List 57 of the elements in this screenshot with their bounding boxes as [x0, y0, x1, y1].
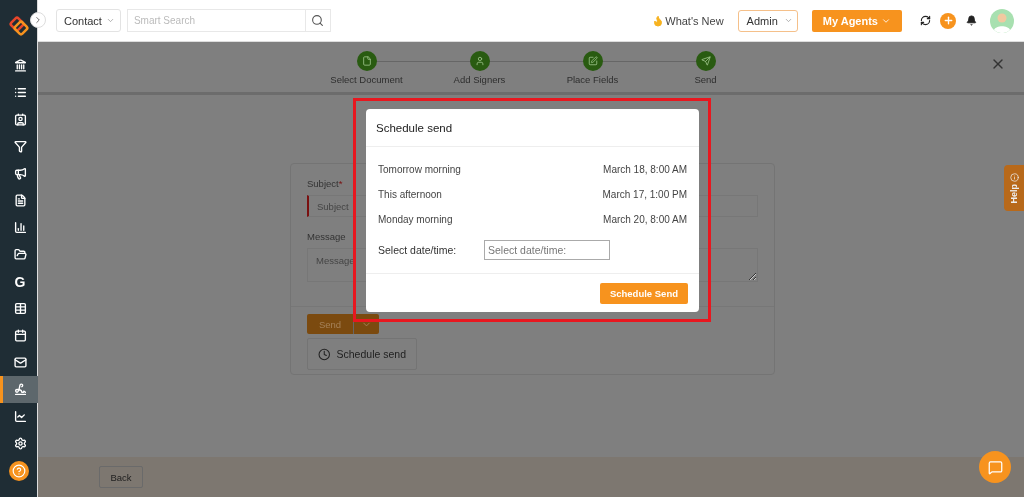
module-select[interactable]: Contact [56, 9, 121, 32]
line-chart-icon [13, 410, 27, 423]
option-label[interactable]: This afternoon [378, 189, 442, 200]
dialog-title: Schedule send [376, 121, 453, 134]
refresh-icon [919, 15, 931, 26]
plus-icon [942, 15, 954, 26]
option-time: March 18, 8:00 AM [603, 164, 687, 175]
edit-icon [587, 56, 598, 66]
question-icon [11, 464, 26, 478]
calendar-icon [13, 329, 27, 342]
step-label: Place Fields [566, 74, 619, 85]
bell-icon [965, 15, 977, 26]
step-label: Add Signers [453, 74, 506, 85]
list-icon [13, 86, 27, 99]
step-label: Select Document [330, 74, 403, 85]
chat-icon [987, 459, 1003, 475]
help-button[interactable] [8, 461, 29, 481]
flame-icon [652, 14, 665, 27]
clock-icon [318, 347, 331, 361]
logo-icon [6, 14, 31, 38]
table-icon [13, 302, 27, 315]
contact-card-icon [13, 113, 27, 126]
field-label: Subject* [307, 178, 344, 189]
sidebar-item[interactable]: G [0, 268, 38, 295]
search-field[interactable]: Smart Search [126, 9, 306, 32]
option-time: March 20, 8:00 AM [603, 214, 687, 225]
search-button[interactable] [305, 9, 331, 32]
chevron-right-icon [33, 15, 43, 25]
gear-icon [13, 437, 27, 450]
schedule-send-button[interactable]: Schedule send [307, 338, 417, 370]
search-icon [311, 14, 325, 27]
paper-plane-icon [700, 56, 711, 66]
option-label[interactable]: Tomorrow morning [378, 164, 461, 175]
user-icon [474, 56, 485, 66]
megaphone-icon [13, 167, 27, 180]
mail-icon [13, 356, 27, 369]
role-select[interactable]: Admin [737, 9, 798, 32]
info-icon [1009, 172, 1019, 182]
bank-icon [13, 59, 27, 72]
funnel-icon [13, 140, 27, 153]
option-label[interactable]: Monday morning [378, 214, 453, 225]
caret-icon [105, 16, 115, 25]
date-time-field[interactable]: Select date/time: [484, 240, 610, 260]
field-label: Select date/time: [378, 244, 458, 256]
document-icon [13, 194, 27, 207]
bar-chart-icon [13, 221, 27, 234]
help-tab[interactable]: Help [1004, 165, 1024, 211]
field-label: Message [307, 231, 347, 242]
whats-new-link[interactable]: What's New [665, 14, 724, 27]
file-icon [361, 56, 372, 66]
signature-icon [13, 383, 27, 396]
back-button[interactable]: Back [99, 466, 143, 488]
step-label: Send [694, 74, 717, 85]
chat-button[interactable] [979, 451, 1011, 483]
option-time: March 17, 1:00 PM [602, 189, 687, 200]
caret-icon [783, 16, 793, 25]
folder-icon [13, 248, 27, 261]
